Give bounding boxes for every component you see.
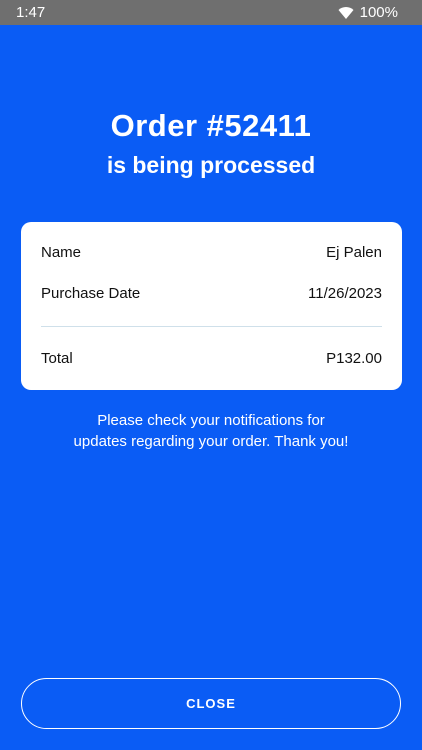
total-label: Total (41, 350, 73, 367)
battery-level: 100% (359, 4, 398, 21)
name-value: Ej Palen (326, 244, 382, 261)
close-button[interactable]: CLOSE (21, 678, 401, 729)
purchase-date-label: Purchase Date (41, 285, 141, 302)
name-row: Name Ej Palen (41, 244, 382, 261)
note-line-2: updates regarding your order. Thank you! (73, 433, 349, 450)
purchase-date-row: Purchase Date 11/26/2023 (41, 285, 382, 302)
order-title: Order #52411 (110, 108, 312, 143)
status-time: 1:47 (16, 4, 46, 21)
total-value: P132.00 (326, 350, 382, 367)
order-status: is being processed (106, 152, 316, 178)
status-indicators: 100% (338, 4, 398, 21)
note-line-1: Please check your notifications for (97, 412, 325, 429)
wifi-icon (338, 6, 354, 19)
total-row: Total P132.00 (41, 350, 382, 367)
status-bar: 1:47 100% (0, 0, 422, 25)
purchase-date-value: 11/26/2023 (308, 285, 382, 302)
name-label: Name (41, 244, 82, 261)
notification-note: Please check your notifications for upda… (0, 410, 422, 452)
divider (41, 326, 382, 327)
order-summary-card: Name Ej Palen Purchase Date 11/26/2023 T… (21, 222, 402, 390)
